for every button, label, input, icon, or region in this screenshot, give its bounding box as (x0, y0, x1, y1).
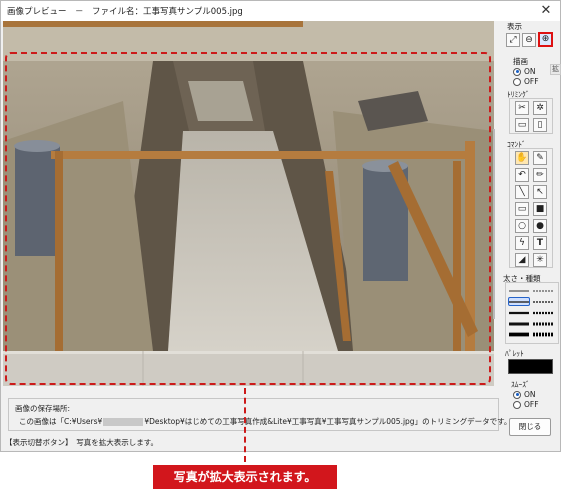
line-icon[interactable]: ╲ (515, 185, 529, 199)
callout-caption: 写真が拡大表示されます。 (153, 465, 337, 489)
text-icon[interactable]: T (533, 236, 547, 250)
palette-color-swatch[interactable] (508, 359, 553, 374)
save-location-path: この画像は「C:¥Users¥ ¥Desktop¥はじめての工事写真作成&Lite… (19, 416, 511, 427)
line-bold-dashed[interactable] (532, 330, 554, 339)
fit-window-icon[interactable]: ⤢ (506, 33, 520, 47)
scissors-icon[interactable]: ✂ (515, 101, 529, 115)
line-thick-solid[interactable] (508, 308, 530, 317)
eyedropper-icon[interactable]: ✎ (533, 151, 547, 165)
draw-off-radio[interactable]: OFF (513, 77, 539, 86)
draw-section-title: 描画 (513, 57, 528, 66)
image-preview-window: 画像プレビュー － ファイル名：工事写真サンプル005.jpg ✕ 画像の保存場… (0, 0, 561, 452)
line-heavy-solid[interactable] (508, 319, 530, 328)
window-title: 画像プレビュー － ファイル名：工事写真サンプル005.jpg (7, 7, 243, 17)
line-bold-solid-shape (509, 332, 529, 337)
line-thin-dashed-shape (533, 290, 553, 291)
palette-section-title: ﾊﾟﾚｯﾄ (505, 349, 524, 358)
preview-scrollbar[interactable] (493, 129, 495, 319)
filled-circle-icon[interactable]: ● (533, 219, 547, 233)
undo-icon[interactable]: ↶ (515, 168, 529, 182)
line-medium-solid[interactable] (508, 297, 530, 306)
save-location-panel: 画像の保存場所: この画像は「C:¥Users¥ ¥Desktop¥はじめての工事… (8, 398, 511, 431)
zoom-side-tab[interactable]: 拡大 (550, 64, 561, 75)
smooth-section-title: ｽﾑｰｽﾞ (511, 380, 530, 389)
line-heavy-dashed[interactable] (532, 319, 554, 328)
draw-on-label: ON (524, 67, 536, 76)
construction-photo (3, 21, 494, 386)
eraser-icon[interactable]: ◢ (515, 253, 529, 267)
callout-connector (244, 388, 246, 462)
display-section-title: 表示 (507, 22, 522, 31)
portrait-frame-icon[interactable]: ▯ (533, 118, 547, 132)
line-thick-dashed-shape (533, 311, 553, 314)
line-heavy-dashed-shape (533, 322, 553, 325)
line-medium-dashed[interactable] (532, 297, 554, 306)
radio-selected-icon (513, 67, 521, 76)
pencil-icon[interactable]: ✏ (533, 168, 547, 182)
line-thin-dashed[interactable] (532, 286, 554, 295)
title-bar: 画像プレビュー － ファイル名：工事写真サンプル005.jpg ✕ (1, 1, 560, 21)
tool-panel: 表示 ⤢ ⊖ ⊕ 拡大 描画 ON OFF ﾄﾘﾐﾝｸﾞ ✂ ✲ ▭ ▯ ｺﾏﾝ… (501, 21, 561, 451)
line-medium-dashed-shape (533, 300, 553, 303)
rectangle-icon[interactable]: ▭ (515, 202, 529, 216)
arrow-icon[interactable]: ↖ (533, 185, 547, 199)
line-bold-solid[interactable] (508, 330, 530, 339)
save-path-prefix: この画像は「C:¥Users¥ (19, 417, 103, 426)
zoom-out-icon[interactable]: ⊖ (522, 33, 536, 47)
zoom-in-icon[interactable]: ⊕ (538, 32, 553, 47)
radio-unselected-icon (513, 400, 521, 409)
line-thin-solid[interactable] (508, 286, 530, 295)
smooth-on-label: ON (524, 390, 536, 399)
line-bold-dashed-shape (533, 332, 553, 337)
line-medium-solid-shape (509, 300, 529, 303)
photo-preview[interactable] (3, 21, 494, 386)
smooth-off-radio[interactable]: OFF (513, 400, 539, 409)
hand-tool-icon[interactable]: ✋ (515, 151, 529, 165)
landscape-frame-icon[interactable]: ▭ (515, 118, 529, 132)
line-thin-solid-shape (509, 290, 529, 291)
clear-sparkle-icon[interactable]: ✳ (533, 253, 547, 267)
line-heavy-solid-shape (509, 322, 529, 325)
redacted-username (103, 418, 144, 426)
line-thick-solid-shape (509, 311, 529, 314)
radio-selected-icon (513, 390, 521, 399)
line-thick-dashed[interactable] (532, 308, 554, 317)
status-bar-text: 【表示切替ボタン】 写真を拡大表示します。 (5, 438, 158, 447)
filled-rectangle-icon[interactable]: ■ (533, 202, 547, 216)
save-path-suffix: ¥Desktop¥はじめての工事写真作成&Lite¥工事写真¥工事写真サンプル0… (144, 417, 512, 426)
smooth-off-label: OFF (524, 400, 539, 409)
stamp-icon[interactable]: ϟ (515, 236, 529, 250)
trim-sparkle-icon[interactable]: ✲ (533, 101, 547, 115)
draw-off-label: OFF (524, 77, 539, 86)
close-icon[interactable]: ✕ (538, 2, 554, 19)
draw-on-radio[interactable]: ON (513, 67, 536, 76)
radio-unselected-icon (513, 77, 521, 86)
smooth-on-radio[interactable]: ON (513, 390, 536, 399)
circle-icon[interactable]: ○ (515, 219, 529, 233)
save-location-label: 画像の保存場所: (15, 404, 71, 413)
close-button[interactable]: 閉じる (509, 418, 551, 436)
